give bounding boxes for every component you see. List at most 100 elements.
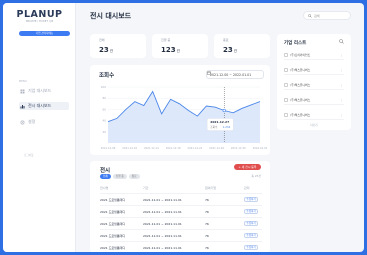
exhibition-name: 2021 드로잉톰테디 [100, 246, 126, 250]
column-header: 전시명 [100, 186, 109, 190]
edit-button[interactable]: 수정하기 [244, 209, 258, 214]
building-icon [284, 52, 288, 57]
chart-icon [20, 104, 25, 108]
more-icon[interactable]: ⋮ [340, 98, 343, 102]
table-row[interactable]: 2021 드로잉톰테디 2021.11.01 ~ 2021.11.01 76 수… [100, 241, 262, 252]
edit-button[interactable]: 수정하기 [244, 221, 258, 226]
exhibition-companies: 76 [205, 234, 209, 238]
search-icon [308, 13, 312, 18]
sidebar-item-label: 설정 [28, 119, 36, 124]
y-tick-label: 40 [102, 119, 106, 123]
y-tick-label: 20 [102, 130, 106, 134]
edit-button[interactable]: 수정하기 [244, 197, 258, 202]
search-icon[interactable] [339, 39, 344, 44]
exhibition-period: 2021.11.01 ~ 2021.11.01 [143, 234, 182, 238]
views-chart-card: 100 80 60 40 20 2021.12.06 2021.12.10 2021.12.1… [90, 65, 270, 155]
building-icon [284, 82, 288, 87]
company-item[interactable]: (주)엑스유니버스 ⋮ [284, 110, 344, 120]
x-tick-label: 2022.01.01 [253, 146, 268, 150]
exhibition-period: 2021.11.01 ~ 2021.11.01 [143, 222, 182, 226]
more-icon[interactable]: ⋮ [340, 113, 343, 117]
tooltip-label: 조회수 [210, 125, 218, 129]
exhibition-title: 전시 [100, 168, 111, 174]
y-tick-label: 80 [102, 96, 106, 100]
stat-value: 23건 [223, 46, 237, 54]
exhibition-companies: 76 [205, 198, 209, 202]
date-range-picker[interactable]: 2021.12.00 ~ 2022.01.01 [206, 70, 264, 79]
company-item[interactable]: (주)엑스유니버스 ⋮ [284, 65, 344, 75]
more-icon[interactable]: ⋮ [340, 53, 343, 57]
exhibition-count: 총 23건 [251, 174, 261, 178]
tooltip-date: 2021.12.27 [210, 120, 229, 124]
series-area [108, 91, 260, 143]
sidebar-item-label: 기업 대시보드 [28, 88, 52, 93]
exhibition-name: 2021 드로잉톰테디 [100, 210, 126, 214]
y-tick-label: 60 [102, 107, 106, 111]
filter-in-progress[interactable]: 진행 중 [112, 174, 127, 179]
column-header: 관리 [244, 186, 250, 190]
company-item[interactable]: (주)엑스유니버스 ⋮ [284, 80, 344, 90]
filter-all[interactable]: 전체 [100, 174, 111, 179]
stat-value: 23건 [99, 46, 113, 54]
building-icon [284, 97, 288, 102]
x-tick-label: 2021.12.10 [122, 146, 137, 150]
edit-button[interactable]: 수정하기 [244, 233, 258, 238]
company-item[interactable]: (주)프리카이언트 ⋮ [284, 50, 344, 60]
x-tick-label: 2021.12.30 [231, 146, 246, 150]
stat-value: 123건 [161, 46, 180, 54]
company-name: (주)엑스유니버스 [290, 97, 311, 102]
column-header: 기간 [143, 186, 149, 190]
stat-card-in-progress: 진행 중 123건 [152, 34, 208, 58]
sidebar-item-settings[interactable]: 설정 [19, 118, 69, 126]
company-item[interactable]: (주)엑스유니버스 ⋮ [284, 95, 344, 105]
filter-ended[interactable]: 종료 [128, 174, 140, 179]
x-tick-label: 2021.12.14 [144, 146, 159, 150]
y-tick-label: 100 [101, 85, 107, 89]
exhibition-table-card: 전시 + 새 전시 등록 전체 진행 중 종료 총 23건 전시명 기간 참여기… [90, 161, 270, 252]
company-name: (주)프리카이언트 [290, 52, 311, 57]
table-row[interactable]: 2021 드로잉톰테디 2021.11.01 ~ 2021.11.01 76 수… [100, 193, 262, 205]
search-placeholder: 검색 [314, 13, 320, 18]
sidebar: PLANUP PRIVATE / TICKET / JB 기업 관리자메뉴 ME… [3, 3, 76, 252]
stat-card-total: 전체 23건 [90, 34, 146, 58]
page-title: 전시 대시보드 [90, 12, 132, 20]
edit-button[interactable]: 수정하기 [244, 245, 258, 250]
calendar-icon [207, 71, 211, 75]
table-row[interactable]: 2021 드로잉톰테디 2021.11.01 ~ 2021.11.01 76 수… [100, 229, 262, 241]
exhibition-name: 2021 드로잉톰테디 [100, 222, 126, 226]
company-name: (주)엑스유니버스 [290, 112, 311, 117]
stat-label: 전체 [99, 38, 105, 42]
table-row[interactable]: 2021 드로잉톰테디 2021.11.01 ~ 2021.11.01 76 수… [100, 217, 262, 229]
more-icon[interactable]: ⋮ [340, 83, 343, 87]
exhibition-companies: 76 [205, 222, 209, 226]
table-row[interactable]: 2021 드로잉톰테디 2021.11.01 ~ 2021.11.01 76 수… [100, 205, 262, 217]
more-link[interactable]: 더보기 [277, 123, 351, 127]
gear-icon [20, 120, 25, 124]
exhibition-period: 2021.11.01 ~ 2021.11.01 [143, 246, 182, 250]
sidebar-item-company-dashboard[interactable]: 기업 대시보드 [19, 87, 69, 95]
x-tick-label: 2021.12.18 [166, 146, 181, 150]
exhibition-name: 2021 드로잉톰테디 [100, 198, 126, 202]
company-list-card: 기업 리스트 (주)프리카이언트 ⋮ (주)엑스유니버스 ⋮ (주)엑스유니버스… [277, 34, 351, 130]
grid-icon [20, 89, 25, 93]
date-range-text: 2021.12.00 ~ 2022.01.01 [210, 72, 252, 77]
logout-link[interactable]: 로그아웃 [24, 153, 34, 157]
sidebar-item-exhibition-dashboard[interactable]: 전시 대시보드 [19, 102, 69, 110]
stat-label: 종료 [223, 38, 229, 42]
company-name: (주)엑스유니버스 [290, 67, 311, 72]
more-icon[interactable]: ⋮ [340, 68, 343, 72]
chart-title: 조회수 [99, 73, 115, 79]
tooltip-value: 1,234 [223, 125, 231, 129]
search-input[interactable]: 검색 [303, 11, 351, 20]
data-point [222, 108, 226, 113]
nav-section-label: MENU [19, 80, 27, 83]
x-tick-label: 2021.12.22 [187, 146, 202, 150]
column-header: 참여기업 [205, 186, 217, 190]
exhibition-companies: 76 [205, 210, 209, 214]
building-icon [284, 67, 288, 72]
admin-menu-button[interactable]: 기업 관리자메뉴 [19, 31, 70, 36]
filter-tabs: 전체 진행 중 종료 [100, 174, 140, 179]
x-tick-label: 2021.12.26 [209, 146, 224, 150]
stat-label: 진행 중 [161, 38, 171, 42]
add-exhibition-button[interactable]: + 새 전시 등록 [234, 164, 261, 170]
